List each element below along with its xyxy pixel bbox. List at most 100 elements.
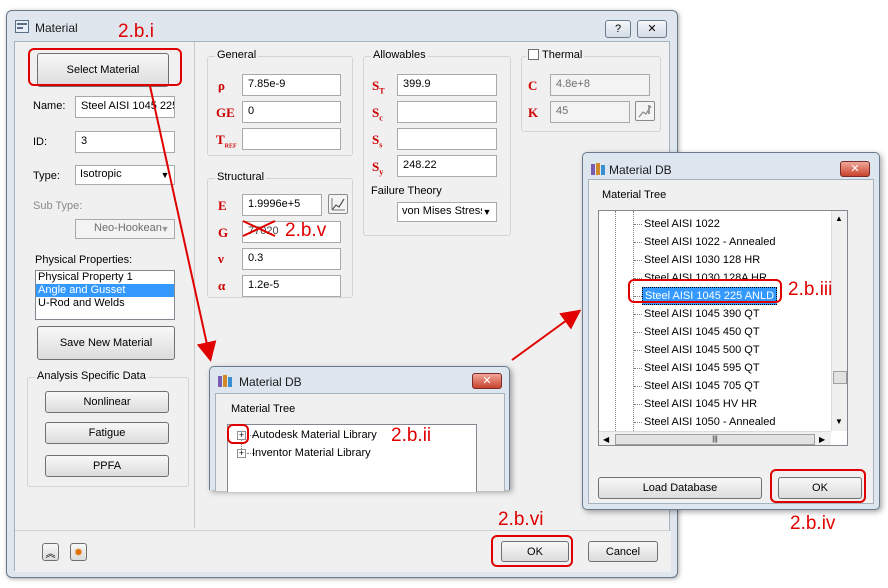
tree-vertical-scrollbar[interactable]: ▲ ▼ [831, 211, 847, 431]
list-item[interactable]: Angle and Gusset [36, 284, 174, 297]
load-database-button[interactable]: Load Database [598, 477, 762, 499]
subtype-select-value: Neo-Hookean [94, 222, 162, 234]
close-button[interactable]: ✕ [637, 20, 667, 38]
ge-field[interactable]: 0 [242, 101, 341, 123]
db-small-close-button[interactable]: ✕ [472, 373, 502, 389]
sy-label-sub: y [379, 167, 384, 177]
tree-item-material[interactable]: Steel AISI 1045 500 QT [642, 341, 762, 359]
analysis-specific-title: Analysis Specific Data [35, 370, 148, 382]
c-field: 4.8e+8 [550, 74, 650, 96]
tree-item-material[interactable]: Steel AISI 1022 [642, 215, 722, 233]
chevron-down-icon: ▼ [160, 170, 170, 180]
material-db-dialog-large: Material DB ✕ Material Tree Steel AISI 1… [582, 152, 880, 510]
fatigue-button[interactable]: Fatigue [45, 422, 169, 444]
scroll-right-icon[interactable]: ▶ [819, 435, 825, 444]
thermometer-icon [635, 101, 655, 121]
g-field-value: 77020 [248, 225, 279, 237]
scroll-hthumb[interactable]: ||| [615, 434, 815, 445]
type-select-value: Isotropic [80, 168, 122, 180]
general-title: General [215, 49, 259, 61]
scroll-left-icon[interactable]: ◀ [603, 435, 609, 444]
list-item[interactable]: Physical Property 1 [36, 271, 174, 284]
nu-label: ν [218, 251, 224, 266]
db-small-client: Material Tree + Autodesk Material Librar… [215, 393, 505, 492]
db-small-tree[interactable]: + Autodesk Material Library + Inventor M… [227, 424, 477, 492]
tree-item-material[interactable]: Steel AISI 1045 705 QT [642, 377, 762, 395]
thermal-label: Thermal [542, 49, 583, 61]
left-pane: Select Material Name: Steel AISI 1045 22… [15, 42, 195, 528]
tree-guide [634, 350, 642, 351]
c-label: C [528, 78, 538, 93]
tree-guide [634, 368, 642, 369]
subtype-label: Sub Type: [33, 200, 83, 212]
tree-guide [634, 422, 642, 423]
curve-icon[interactable] [328, 194, 348, 214]
tree-guide [615, 211, 616, 445]
save-new-material-button[interactable]: Save New Material [37, 326, 175, 360]
name-field[interactable]: Steel AISI 1045 225 [75, 96, 175, 118]
type-select[interactable]: Isotropic ▼ [75, 165, 175, 185]
nu-field[interactable]: 0.3 [242, 248, 341, 270]
nonlinear-button[interactable]: Nonlinear [45, 391, 169, 413]
tree-item-material[interactable]: Steel AISI 1045 390 QT [642, 305, 762, 323]
failure-theory-select[interactable]: von Mises Stress ▼ [397, 202, 497, 222]
tree-item-material[interactable]: Steel AISI 1045 595 QT [642, 359, 762, 377]
scroll-thumb[interactable] [833, 371, 847, 384]
tree-guide [634, 332, 642, 333]
highlight-db-ok [770, 469, 866, 503]
scroll-down-icon[interactable]: ▼ [835, 417, 843, 426]
structural-title: Structural [215, 171, 267, 183]
alpha-label: α [218, 278, 226, 293]
tree-item-inventor[interactable]: Inventor Material Library [252, 444, 371, 462]
k-field: 45 [550, 101, 630, 123]
expand-icon[interactable]: + [237, 449, 246, 458]
ss-label-sub: s [379, 140, 383, 150]
physical-properties-label: Physical Properties: [35, 254, 133, 266]
chevron-down-icon: ▼ [160, 224, 170, 234]
tree-horizontal-scrollbar[interactable]: ◀ ||| ▶ [599, 431, 831, 445]
e-field[interactable]: 1.9996e+5 [242, 194, 322, 216]
thermal-checkbox[interactable] [528, 49, 539, 60]
collapse-up-icon[interactable]: ︽ [42, 543, 59, 561]
highlight-expander [227, 424, 249, 444]
scroll-up-icon[interactable]: ▲ [835, 214, 843, 223]
help-button[interactable]: ? [605, 20, 631, 38]
database-icon [218, 374, 234, 391]
db-large-title: Material DB [609, 163, 672, 177]
ss-field[interactable] [397, 128, 497, 150]
tree-guide [634, 224, 642, 225]
physical-properties-list[interactable]: Physical Property 1 Angle and Gusset U-R… [35, 270, 175, 320]
tree-item-material[interactable]: Steel AISI 1045 HV HR [642, 395, 759, 413]
sy-label: Sy [372, 159, 383, 177]
annotation-2biii: 2.b.iii [788, 279, 833, 300]
tree-item-autodesk[interactable]: Autodesk Material Library [252, 426, 377, 444]
db-large-close-button[interactable]: ✕ [840, 161, 870, 177]
settings-burst-icon[interactable]: ✹ [70, 543, 87, 561]
subtype-select: Neo-Hookean ▼ [75, 219, 175, 239]
tree-item-material[interactable]: Steel AISI 1030 128 HR [642, 251, 762, 269]
db-large-tree-label: Material Tree [602, 189, 667, 201]
tree-item-material[interactable]: Steel AISI 1045 450 QT [642, 323, 762, 341]
cancel-button[interactable]: Cancel [588, 541, 658, 562]
tref-field[interactable] [242, 128, 341, 150]
rho-field[interactable]: 7.85e-9 [242, 74, 341, 96]
sy-field[interactable]: 248.22 [397, 155, 497, 177]
tree-guide [634, 386, 642, 387]
g-label: G [218, 225, 229, 240]
sc-field[interactable] [397, 101, 497, 123]
window-icon [15, 20, 29, 33]
annotation-2bv: 2.b.v [285, 220, 327, 241]
ppfa-button[interactable]: PPFA [45, 455, 169, 477]
tree-item-material[interactable]: Steel AISI 1022 - Annealed [642, 233, 778, 251]
alpha-field[interactable]: 1.2e-5 [242, 275, 341, 297]
db-large-tree[interactable]: Steel AISI 1022 Steel AISI 1022 - Anneale… [598, 210, 848, 446]
st-field[interactable]: 399.9 [397, 74, 497, 96]
db-small-title: Material DB [239, 375, 302, 389]
highlight-select-material [28, 48, 182, 86]
list-item[interactable]: U-Rod and Welds [36, 297, 174, 310]
id-field[interactable]: 3 [75, 131, 175, 153]
tree-item-material[interactable]: Steel AISI 1050 - Annealed [642, 413, 778, 431]
st-label: ST [372, 78, 385, 96]
failure-theory-label: Failure Theory [371, 185, 442, 197]
sc-label: Sc [372, 105, 383, 123]
